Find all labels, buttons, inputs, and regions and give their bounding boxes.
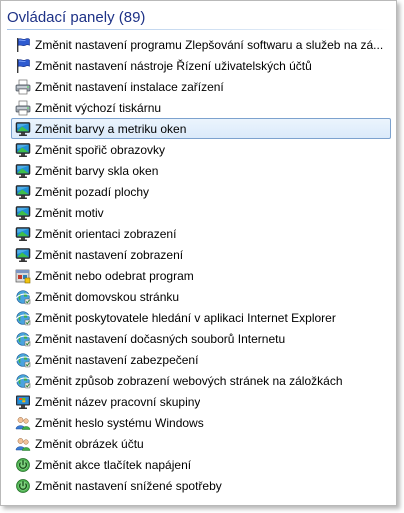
- programs-icon: [15, 268, 31, 284]
- list-item[interactable]: Změnit nastavení zabezpečení: [11, 349, 391, 370]
- list-item[interactable]: Změnit nastavení dočasných souborů Inter…: [11, 328, 391, 349]
- list-item-label: Změnit poskytovatele hledání v aplikaci …: [35, 310, 336, 325]
- list-item-label: Změnit domovskou stránku: [35, 289, 180, 304]
- list-item-label: Změnit výchozí tiskárnu: [35, 100, 162, 115]
- list-item-label: Změnit nastavení zabezpečení: [35, 352, 199, 367]
- monitor-icon: [15, 226, 31, 242]
- list-item[interactable]: Změnit nastavení snížené spotřeby: [11, 475, 391, 496]
- printer-icon: [15, 79, 31, 95]
- list-item[interactable]: Změnit akce tlačítek napájení: [11, 454, 391, 475]
- control-panel-results: Ovládací panely (89) Změnit nastavení pr…: [0, 0, 397, 506]
- list-item-label: Změnit akce tlačítek napájení: [35, 457, 192, 472]
- list-item[interactable]: Změnit obrázek účtu: [11, 433, 391, 454]
- list-item-label: Změnit heslo systému Windows: [35, 415, 204, 430]
- list-item[interactable]: Změnit motiv: [11, 202, 391, 223]
- list-item[interactable]: Změnit heslo systému Windows: [11, 412, 391, 433]
- power-icon: [15, 478, 31, 494]
- results-list: Změnit nastavení programu Zlepšování sof…: [11, 34, 391, 496]
- list-item[interactable]: Změnit spořič obrazovky: [11, 139, 391, 160]
- internet-options-icon: [15, 352, 31, 368]
- list-item[interactable]: Změnit způsob zobrazení webových stránek…: [11, 370, 391, 391]
- list-item-label: Změnit způsob zobrazení webových stránek…: [35, 373, 343, 388]
- monitor-icon: [15, 205, 31, 221]
- list-item[interactable]: Změnit domovskou stránku: [11, 286, 391, 307]
- internet-options-icon: [15, 310, 31, 326]
- power-icon: [15, 457, 31, 473]
- list-item[interactable]: Změnit pozadí plochy: [11, 181, 391, 202]
- list-item-label: Změnit nastavení instalace zařízení: [35, 79, 224, 94]
- list-item[interactable]: Změnit nastavení nástroje Řízení uživate…: [11, 55, 391, 76]
- list-item-label: Změnit pozadí plochy: [35, 184, 150, 199]
- list-item-label: Změnit nastavení zobrazení: [35, 247, 184, 262]
- list-item[interactable]: Změnit barvy a metriku oken: [11, 118, 391, 139]
- list-item-label: Změnit nastavení programu Zlepšování sof…: [35, 37, 384, 52]
- flag-icon: [15, 58, 31, 74]
- list-item-label: Změnit barvy skla oken: [35, 163, 159, 178]
- list-item-label: Změnit motiv: [35, 205, 104, 220]
- monitor-icon: [15, 247, 31, 263]
- list-item[interactable]: Změnit nastavení programu Zlepšování sof…: [11, 34, 391, 55]
- list-item[interactable]: Změnit název pracovní skupiny: [11, 391, 391, 412]
- printer-icon: [15, 100, 31, 116]
- list-item[interactable]: Změnit nebo odebrat program: [11, 265, 391, 286]
- header-divider: [7, 29, 392, 30]
- list-item[interactable]: Změnit výchozí tiskárnu: [11, 97, 391, 118]
- monitor-icon: [15, 121, 31, 137]
- group-title: Ovládací panely (89): [7, 9, 146, 26]
- internet-options-icon: [15, 331, 31, 347]
- list-item-label: Změnit název pracovní skupiny: [35, 394, 201, 409]
- users-icon: [15, 436, 31, 452]
- list-item-label: Změnit nastavení dočasných souborů Inter…: [35, 331, 286, 346]
- list-item[interactable]: Změnit nastavení zobrazení: [11, 244, 391, 265]
- monitor-icon: [15, 142, 31, 158]
- list-item-label: Změnit spořič obrazovky: [35, 142, 166, 157]
- internet-options-icon: [15, 289, 31, 305]
- list-item[interactable]: Změnit orientaci zobrazení: [11, 223, 391, 244]
- monitor-icon: [15, 163, 31, 179]
- list-item-label: Změnit obrázek účtu: [35, 436, 144, 451]
- list-item[interactable]: Změnit poskytovatele hledání v aplikaci …: [11, 307, 391, 328]
- system-icon: [15, 394, 31, 410]
- monitor-icon: [15, 184, 31, 200]
- internet-options-icon: [15, 373, 31, 389]
- list-item-label: Změnit barvy a metriku oken: [35, 121, 187, 136]
- list-item-label: Změnit orientaci zobrazení: [35, 226, 177, 241]
- flag-icon: [15, 37, 31, 53]
- list-item-label: Změnit nebo odebrat program: [35, 268, 194, 283]
- list-item-label: Změnit nastavení nástroje Řízení uživate…: [35, 58, 312, 73]
- list-item[interactable]: Změnit barvy skla oken: [11, 160, 391, 181]
- users-icon: [15, 415, 31, 431]
- list-item[interactable]: Změnit nastavení instalace zařízení: [11, 76, 391, 97]
- list-item-label: Změnit nastavení snížené spotřeby: [35, 478, 222, 493]
- group-header[interactable]: Ovládací panely (89): [7, 4, 392, 30]
